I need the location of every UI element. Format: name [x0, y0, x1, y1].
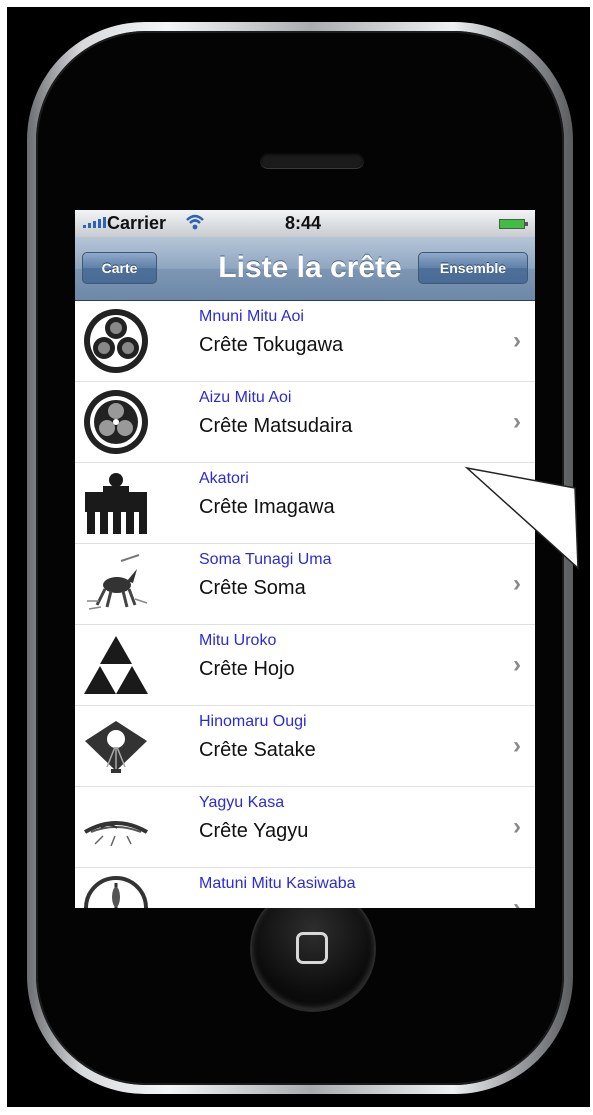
callout-pointer — [464, 466, 579, 570]
